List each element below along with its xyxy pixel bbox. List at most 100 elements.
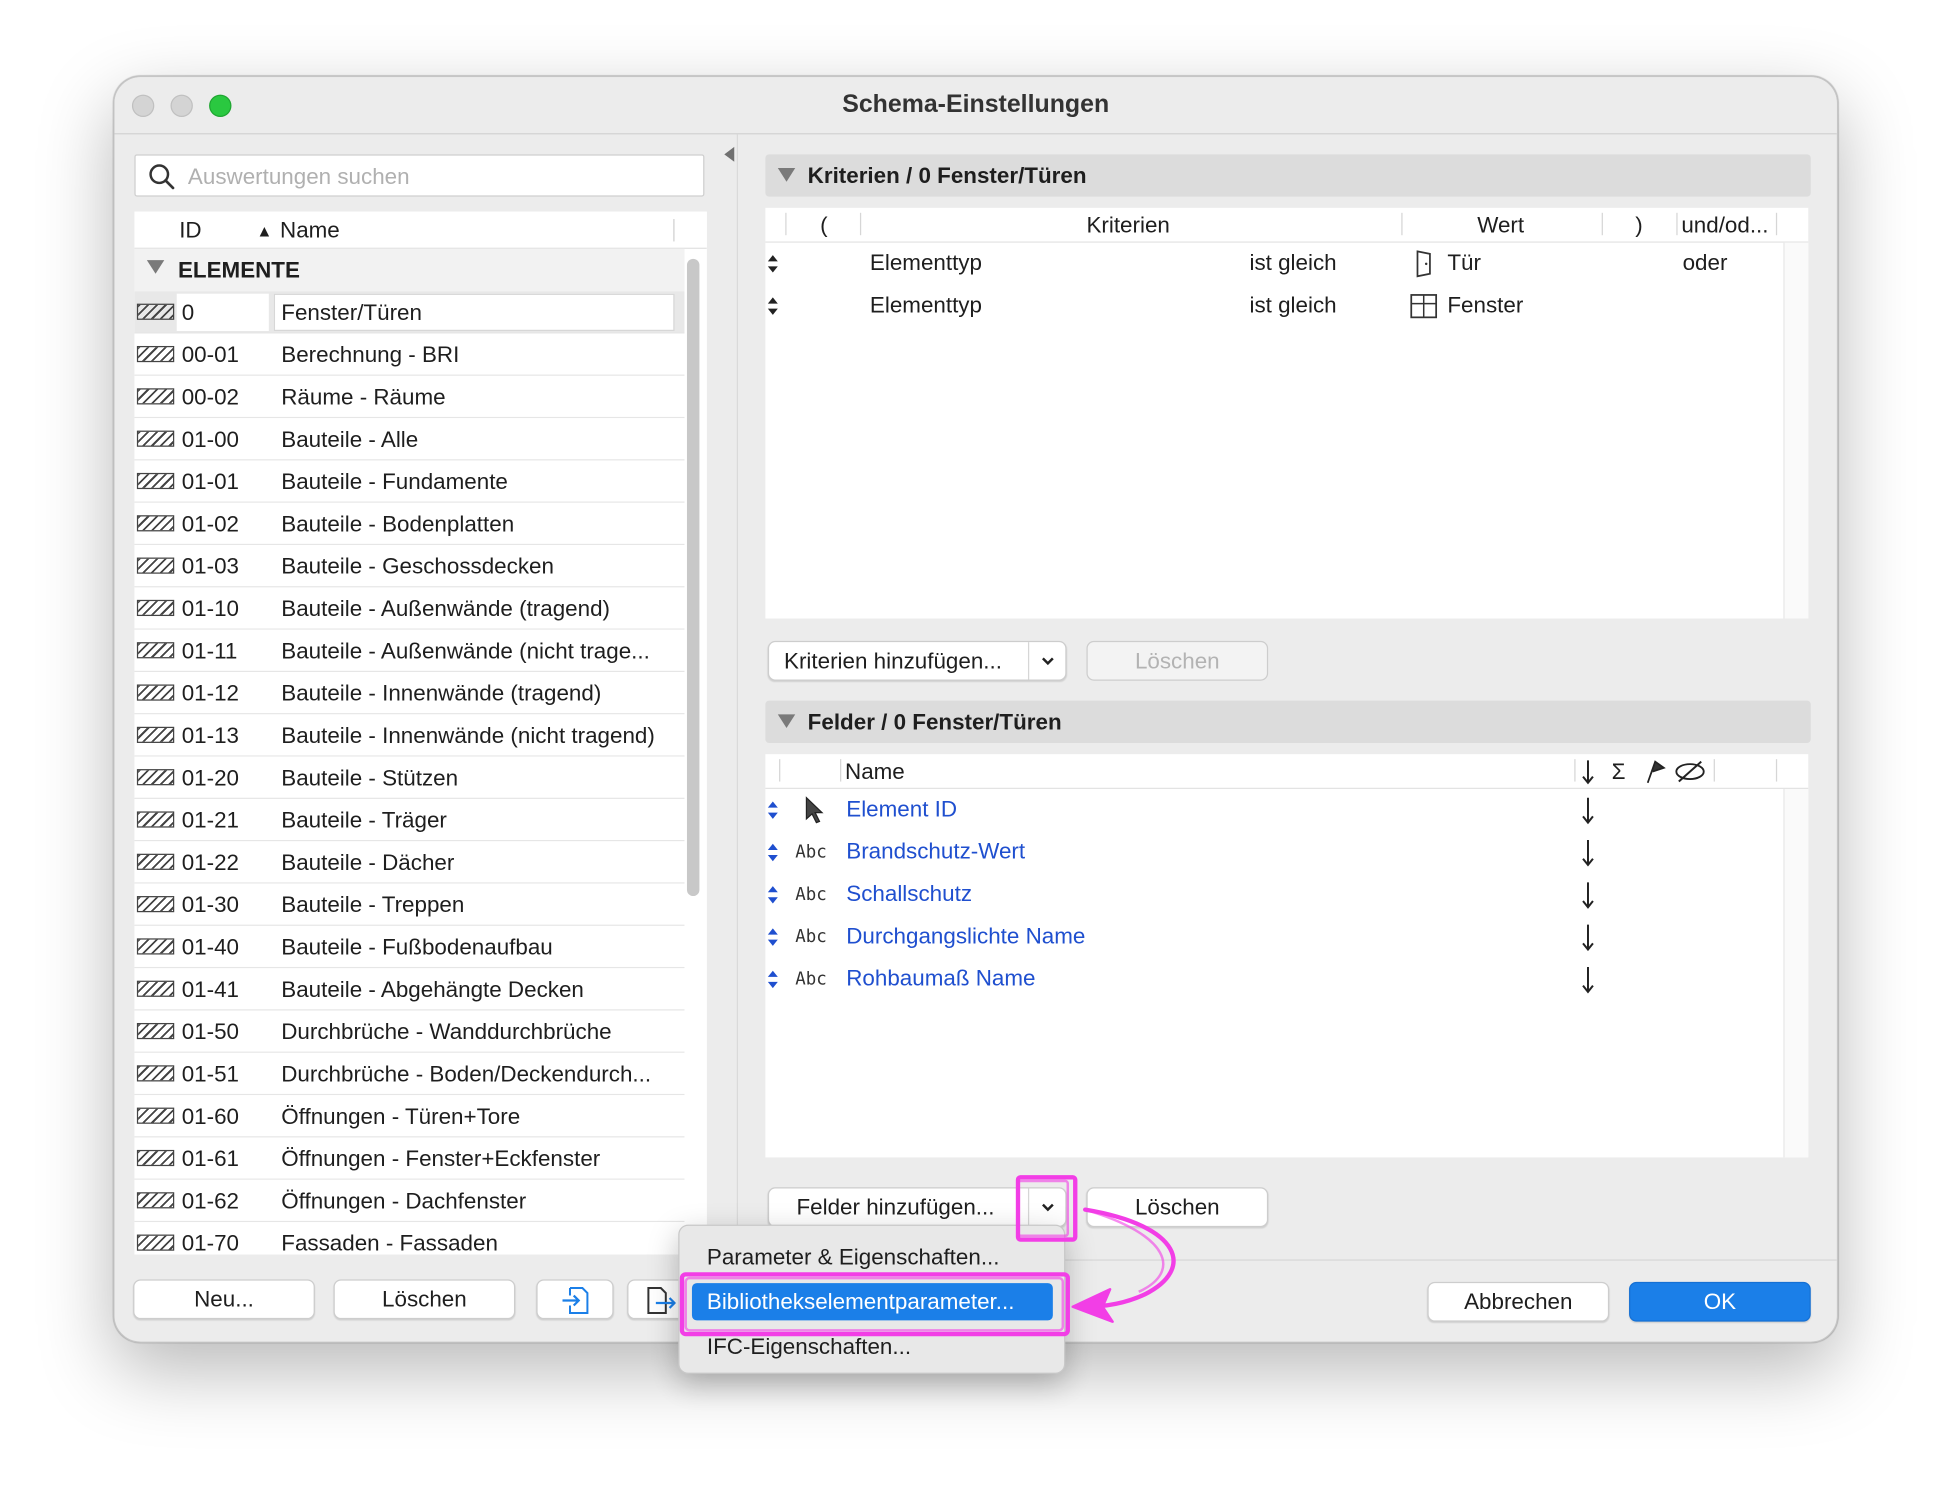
- schedule-search-box[interactable]: [134, 154, 705, 197]
- schedule-row[interactable]: 0 Fenster/Türen: [134, 291, 685, 334]
- schedule-row[interactable]: 01-22 Bauteile - Dächer: [134, 841, 685, 884]
- menu-item-library-part-parameters[interactable]: Bibliothekselementparameter...: [691, 1283, 1053, 1321]
- criterion-operator[interactable]: ist gleich: [1249, 292, 1336, 318]
- criteria-row[interactable]: Elementtyp ist gleich Tür oder: [765, 243, 1781, 285]
- schedule-row[interactable]: 01-40 Bauteile - Fußbodenaufbau: [134, 925, 685, 969]
- disclosure-triangle-icon[interactable]: [146, 260, 165, 274]
- column-header-value[interactable]: Wert: [1477, 213, 1524, 239]
- column-divider: [1676, 212, 1678, 236]
- delete-schedule-button[interactable]: Löschen: [333, 1279, 516, 1320]
- criterion-name[interactable]: Elementtyp: [870, 250, 982, 276]
- column-header-open-paren[interactable]: (: [820, 213, 827, 239]
- delete-fields-button[interactable]: Löschen: [1086, 1187, 1269, 1228]
- field-name[interactable]: Schallschutz: [846, 881, 972, 907]
- field-row[interactable]: Abc Rohbaumaß Name: [765, 958, 1781, 1000]
- add-fields-button[interactable]: Felder hinzufügen...: [767, 1187, 1067, 1228]
- fields-section-header[interactable]: Felder / 0 Fenster/Türen: [765, 700, 1811, 743]
- schedule-row[interactable]: 01-50 Durchbrüche - Wanddurchbrüche: [134, 1010, 685, 1053]
- menu-item-parameters-properties[interactable]: Parameter & Eigenschaften...: [692, 1238, 1053, 1275]
- field-name[interactable]: Durchgangslichte Name: [846, 923, 1085, 949]
- schedule-row[interactable]: 01-61 Öffnungen - Fenster+Eckfenster: [134, 1137, 685, 1180]
- search-input[interactable]: [187, 160, 686, 193]
- column-header-close-paren[interactable]: ): [1635, 213, 1642, 239]
- new-schedule-button[interactable]: Neu...: [133, 1279, 315, 1320]
- schedule-id: 01-01: [181, 469, 240, 495]
- schedule-row[interactable]: 01-20 Bauteile - Stützen: [134, 756, 685, 799]
- column-header-sum[interactable]: Σ: [1612, 759, 1626, 785]
- field-name[interactable]: Element ID: [846, 796, 957, 822]
- schedule-row[interactable]: 01-13 Bauteile - Innenwände (nicht tragen…: [134, 714, 685, 757]
- group-elements[interactable]: ELEMENTE: [134, 248, 685, 292]
- field-name[interactable]: Brandschutz-Wert: [846, 839, 1025, 865]
- criteria-scrollbar[interactable]: [1783, 242, 1809, 619]
- criterion-value[interactable]: Fenster: [1447, 292, 1523, 318]
- reorder-handle-icon[interactable]: [767, 927, 779, 947]
- disclosure-triangle-icon[interactable]: [777, 168, 796, 182]
- sort-down-icon[interactable]: [1579, 922, 1596, 952]
- criteria-row[interactable]: Elementtyp ist gleich Fenster: [765, 285, 1781, 327]
- criteria-section-header[interactable]: Kriterien / 0 Fenster/Türen: [765, 154, 1811, 197]
- schedule-row[interactable]: 01-01 Bauteile - Fundamente: [134, 460, 685, 503]
- column-header-name[interactable]: Name: [280, 218, 340, 244]
- schedule-row[interactable]: 01-60 Öffnungen - Türen+Tore: [134, 1095, 685, 1138]
- column-header-id[interactable]: ID: [179, 218, 201, 244]
- add-fields-dropdown[interactable]: [1027, 1188, 1065, 1226]
- sort-down-icon[interactable]: [1579, 838, 1596, 868]
- fields-scrollbar[interactable]: [1783, 789, 1809, 1158]
- field-row[interactable]: Abc Durchgangslichte Name: [765, 916, 1781, 958]
- field-row[interactable]: Abc Brandschutz-Wert: [765, 831, 1781, 873]
- schedule-row[interactable]: 01-70 Fassaden - Fassaden: [134, 1222, 685, 1255]
- disclosure-triangle-icon[interactable]: [777, 714, 796, 729]
- reorder-handle-icon[interactable]: [767, 843, 779, 863]
- schedule-row[interactable]: 01-12 Bauteile - Innenwände (tragend): [134, 672, 685, 715]
- import-button[interactable]: [536, 1279, 614, 1320]
- add-criteria-dropdown[interactable]: [1027, 642, 1065, 680]
- reorder-handle-icon[interactable]: [767, 296, 779, 316]
- list-scrollbar[interactable]: [686, 258, 700, 897]
- criterion-operator[interactable]: ist gleich: [1249, 250, 1336, 276]
- sort-down-icon[interactable]: [1579, 795, 1596, 825]
- criterion-value[interactable]: Tür: [1447, 250, 1481, 276]
- column-header-criteria[interactable]: Kriterien: [1086, 213, 1169, 239]
- schedule-row[interactable]: 00-01 Berechnung - BRI: [134, 333, 685, 376]
- cancel-button[interactable]: Abbrechen: [1427, 1281, 1610, 1322]
- schedule-row[interactable]: 01-03 Bauteile - Geschossdecken: [134, 545, 685, 588]
- schedule-row[interactable]: 01-10 Bauteile - Außenwände (tragend): [134, 587, 685, 630]
- field-name[interactable]: Rohbaumaß Name: [846, 966, 1035, 992]
- schedule-row[interactable]: 01-02 Bauteile - Bodenplatten: [134, 502, 685, 546]
- criteria-table: ( Kriterien Wert ) und/od... Elementtyp …: [765, 207, 1809, 619]
- schedule-row[interactable]: 01-51 Durchbrüche - Boden/Deckendurch...: [134, 1052, 685, 1096]
- group-label: ELEMENTE: [177, 257, 300, 283]
- reorder-handle-icon[interactable]: [767, 800, 779, 820]
- sort-down-icon[interactable]: [1579, 964, 1596, 994]
- schedule-row[interactable]: 01-11 Bauteile - Außenwände (nicht trage.…: [134, 629, 685, 673]
- schedule-row[interactable]: 01-21 Bauteile - Träger: [134, 798, 685, 842]
- criterion-name[interactable]: Elementtyp: [870, 292, 982, 318]
- sort-order-icon[interactable]: [1579, 758, 1596, 785]
- field-row[interactable]: Abc Schallschutz: [765, 874, 1781, 916]
- add-criteria-button[interactable]: Kriterien hinzufügen...: [767, 640, 1067, 681]
- column-header-and-or[interactable]: und/od...: [1681, 213, 1768, 239]
- reorder-handle-icon[interactable]: [767, 969, 779, 989]
- flag-icon[interactable]: [1643, 758, 1668, 785]
- schedule-row[interactable]: 01-30 Bauteile - Treppen: [134, 883, 685, 926]
- column-header-name[interactable]: Name: [845, 759, 905, 785]
- menu-item-ifc-properties[interactable]: IFC-Eigenschaften...: [692, 1328, 1053, 1365]
- schedule-row[interactable]: 00-02 Räume - Räume: [134, 375, 685, 419]
- hide-eye-icon[interactable]: [1673, 758, 1708, 785]
- field-row[interactable]: Element ID: [765, 789, 1781, 831]
- pane-splitter[interactable]: [736, 134, 738, 1240]
- schedule-row[interactable]: 01-62 Öffnungen - Dachfenster: [134, 1179, 685, 1223]
- delete-criteria-button[interactable]: Löschen: [1086, 640, 1269, 681]
- reorder-handle-icon[interactable]: [767, 885, 779, 905]
- text-type-icon: Abc: [795, 884, 827, 905]
- criterion-and-or[interactable]: oder: [1683, 250, 1728, 276]
- reorder-handle-icon[interactable]: [767, 254, 779, 274]
- ok-button[interactable]: OK: [1629, 1281, 1811, 1322]
- schedule-row[interactable]: 01-00 Bauteile - Alle: [134, 418, 685, 461]
- text-type-icon: Abc: [795, 927, 827, 948]
- schedule-row[interactable]: 01-41 Bauteile - Abgehängte Decken: [134, 968, 685, 1011]
- sort-down-icon[interactable]: [1579, 880, 1596, 910]
- schedule-id: 01-41: [181, 976, 240, 1002]
- collapse-pane-icon[interactable]: [724, 146, 735, 162]
